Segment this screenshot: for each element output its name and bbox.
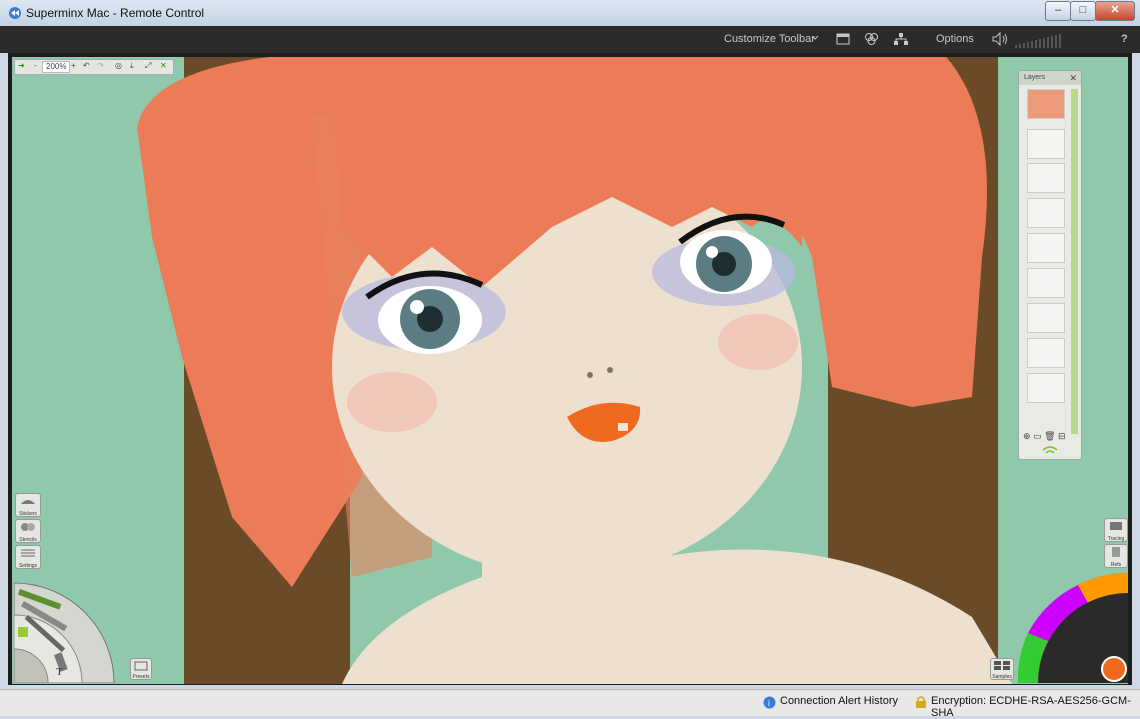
stickers-icon bbox=[21, 500, 35, 504]
layers-actions: ⊕ ▭ 🗑 ⊟ bbox=[1023, 431, 1066, 442]
download-icon[interactable]: ⤓ bbox=[130, 61, 134, 71]
painting-artwork bbox=[12, 57, 1128, 684]
options-button[interactable]: Options bbox=[936, 33, 974, 45]
stencils-label: Stencils bbox=[19, 537, 37, 543]
stickers-button[interactable]: Stickers bbox=[15, 493, 41, 517]
close-layers-icon[interactable]: ✕ bbox=[1069, 73, 1077, 84]
presets-label: Presets bbox=[132, 674, 150, 680]
layers-header: Layers ✕ bbox=[1019, 71, 1081, 85]
references-button[interactable]: Refs bbox=[1104, 544, 1128, 568]
tracing-label: Tracing bbox=[1107, 536, 1125, 542]
tracing-button[interactable]: Tracing bbox=[1104, 518, 1128, 542]
layer-thumb[interactable] bbox=[1027, 129, 1065, 159]
layers-title: Layers bbox=[1024, 74, 1046, 81]
add-layer-icon[interactable]: ⊕ bbox=[1023, 431, 1031, 441]
close-button[interactable]: ✕ bbox=[1095, 1, 1135, 21]
stencils-icon bbox=[21, 523, 35, 531]
display-icon[interactable] bbox=[864, 32, 880, 46]
presets-button[interactable]: Presets bbox=[130, 658, 152, 680]
zoom-level[interactable]: 200% bbox=[42, 61, 71, 73]
volume-level[interactable] bbox=[1015, 34, 1067, 48]
tracing-icon bbox=[1110, 522, 1122, 530]
wifi-icon bbox=[1042, 446, 1058, 454]
remote-toolbar: Customize Toolbar Options ? bbox=[0, 26, 1140, 53]
fullscreen-icon[interactable]: ⤢ bbox=[145, 61, 151, 71]
delete-layer-icon[interactable]: 🗑 bbox=[1044, 431, 1055, 441]
references-label: Refs bbox=[1110, 562, 1122, 568]
help-button[interactable]: ? bbox=[1121, 33, 1128, 45]
volume-icon[interactable] bbox=[992, 32, 1010, 46]
layers-scrollbar[interactable] bbox=[1071, 89, 1078, 434]
settings-label: Settings bbox=[18, 563, 38, 569]
text-tool-label[interactable]: T bbox=[56, 666, 63, 678]
redo-icon[interactable]: ↷ bbox=[97, 61, 104, 70]
window-title: Superminx Mac - Remote Control bbox=[26, 6, 205, 20]
connection-alert-history-link[interactable]: Connection Alert History bbox=[780, 695, 898, 707]
layer-thumb[interactable] bbox=[1027, 163, 1065, 193]
layer-thumb[interactable] bbox=[1027, 373, 1065, 403]
customize-toolbar-button[interactable]: Customize Toolbar bbox=[724, 33, 815, 45]
window-mode-icon[interactable] bbox=[836, 32, 850, 46]
svg-text:i: i bbox=[768, 699, 770, 708]
settings-icon bbox=[21, 549, 35, 557]
presets-icon bbox=[134, 661, 148, 671]
undo-icon[interactable]: ↶ bbox=[83, 61, 90, 70]
window-titlebar: Superminx Mac - Remote Control – □ ✕ bbox=[0, 0, 1140, 27]
layer-thumb[interactable] bbox=[1027, 268, 1065, 298]
reset-view-icon[interactable]: ◎ bbox=[115, 61, 122, 70]
folder-layer-icon[interactable]: ▭ bbox=[1033, 431, 1042, 441]
zoom-out-button[interactable]: - bbox=[34, 61, 37, 70]
network-icon[interactable] bbox=[893, 32, 909, 46]
layer-thumb[interactable] bbox=[1027, 338, 1065, 368]
canvas-menu-icon[interactable]: ➜ bbox=[18, 61, 25, 70]
tool-wheel[interactable]: T bbox=[14, 575, 126, 683]
layer-thumb[interactable] bbox=[1027, 233, 1065, 263]
layer-thumb[interactable] bbox=[1027, 198, 1065, 228]
info-icon: i bbox=[763, 696, 776, 709]
canvas-zoom-bar: ➜ - 200% + ↶ ↷ ◎ ⤓ ⤢ ✕ bbox=[14, 59, 174, 75]
chevron-down-icon[interactable] bbox=[810, 32, 820, 44]
maximize-button[interactable]: □ bbox=[1070, 1, 1096, 21]
samples-label: Samples bbox=[992, 674, 1012, 680]
status-bar: i Connection Alert History Encryption: E… bbox=[0, 689, 1140, 719]
stickers-label: Stickers bbox=[19, 511, 37, 517]
painting-canvas[interactable] bbox=[12, 57, 1128, 684]
references-icon bbox=[1112, 547, 1120, 557]
crop-icon[interactable]: ✕ bbox=[160, 61, 167, 70]
layers-panel: Layers ✕ ⊕ ▭ 🗑 ⊟ bbox=[1018, 70, 1082, 460]
zoom-in-button[interactable]: + bbox=[71, 61, 76, 70]
layer-thumb[interactable] bbox=[1027, 89, 1065, 119]
color-picker-wheel[interactable] bbox=[1018, 573, 1128, 683]
encryption-status: Encryption: ECDHE-RSA-AES256-GCM-SHA bbox=[931, 695, 1131, 719]
minimize-button[interactable]: – bbox=[1045, 1, 1071, 21]
layer-thumb[interactable] bbox=[1027, 303, 1065, 333]
settings-button[interactable]: Settings bbox=[15, 545, 41, 569]
samples-button[interactable]: Samples bbox=[990, 658, 1014, 680]
samples-icon bbox=[994, 661, 1010, 670]
stencils-button[interactable]: Stencils bbox=[15, 519, 41, 543]
lock-icon bbox=[916, 696, 926, 708]
app-icon bbox=[9, 7, 21, 19]
merge-layer-icon[interactable]: ⊟ bbox=[1058, 431, 1066, 441]
